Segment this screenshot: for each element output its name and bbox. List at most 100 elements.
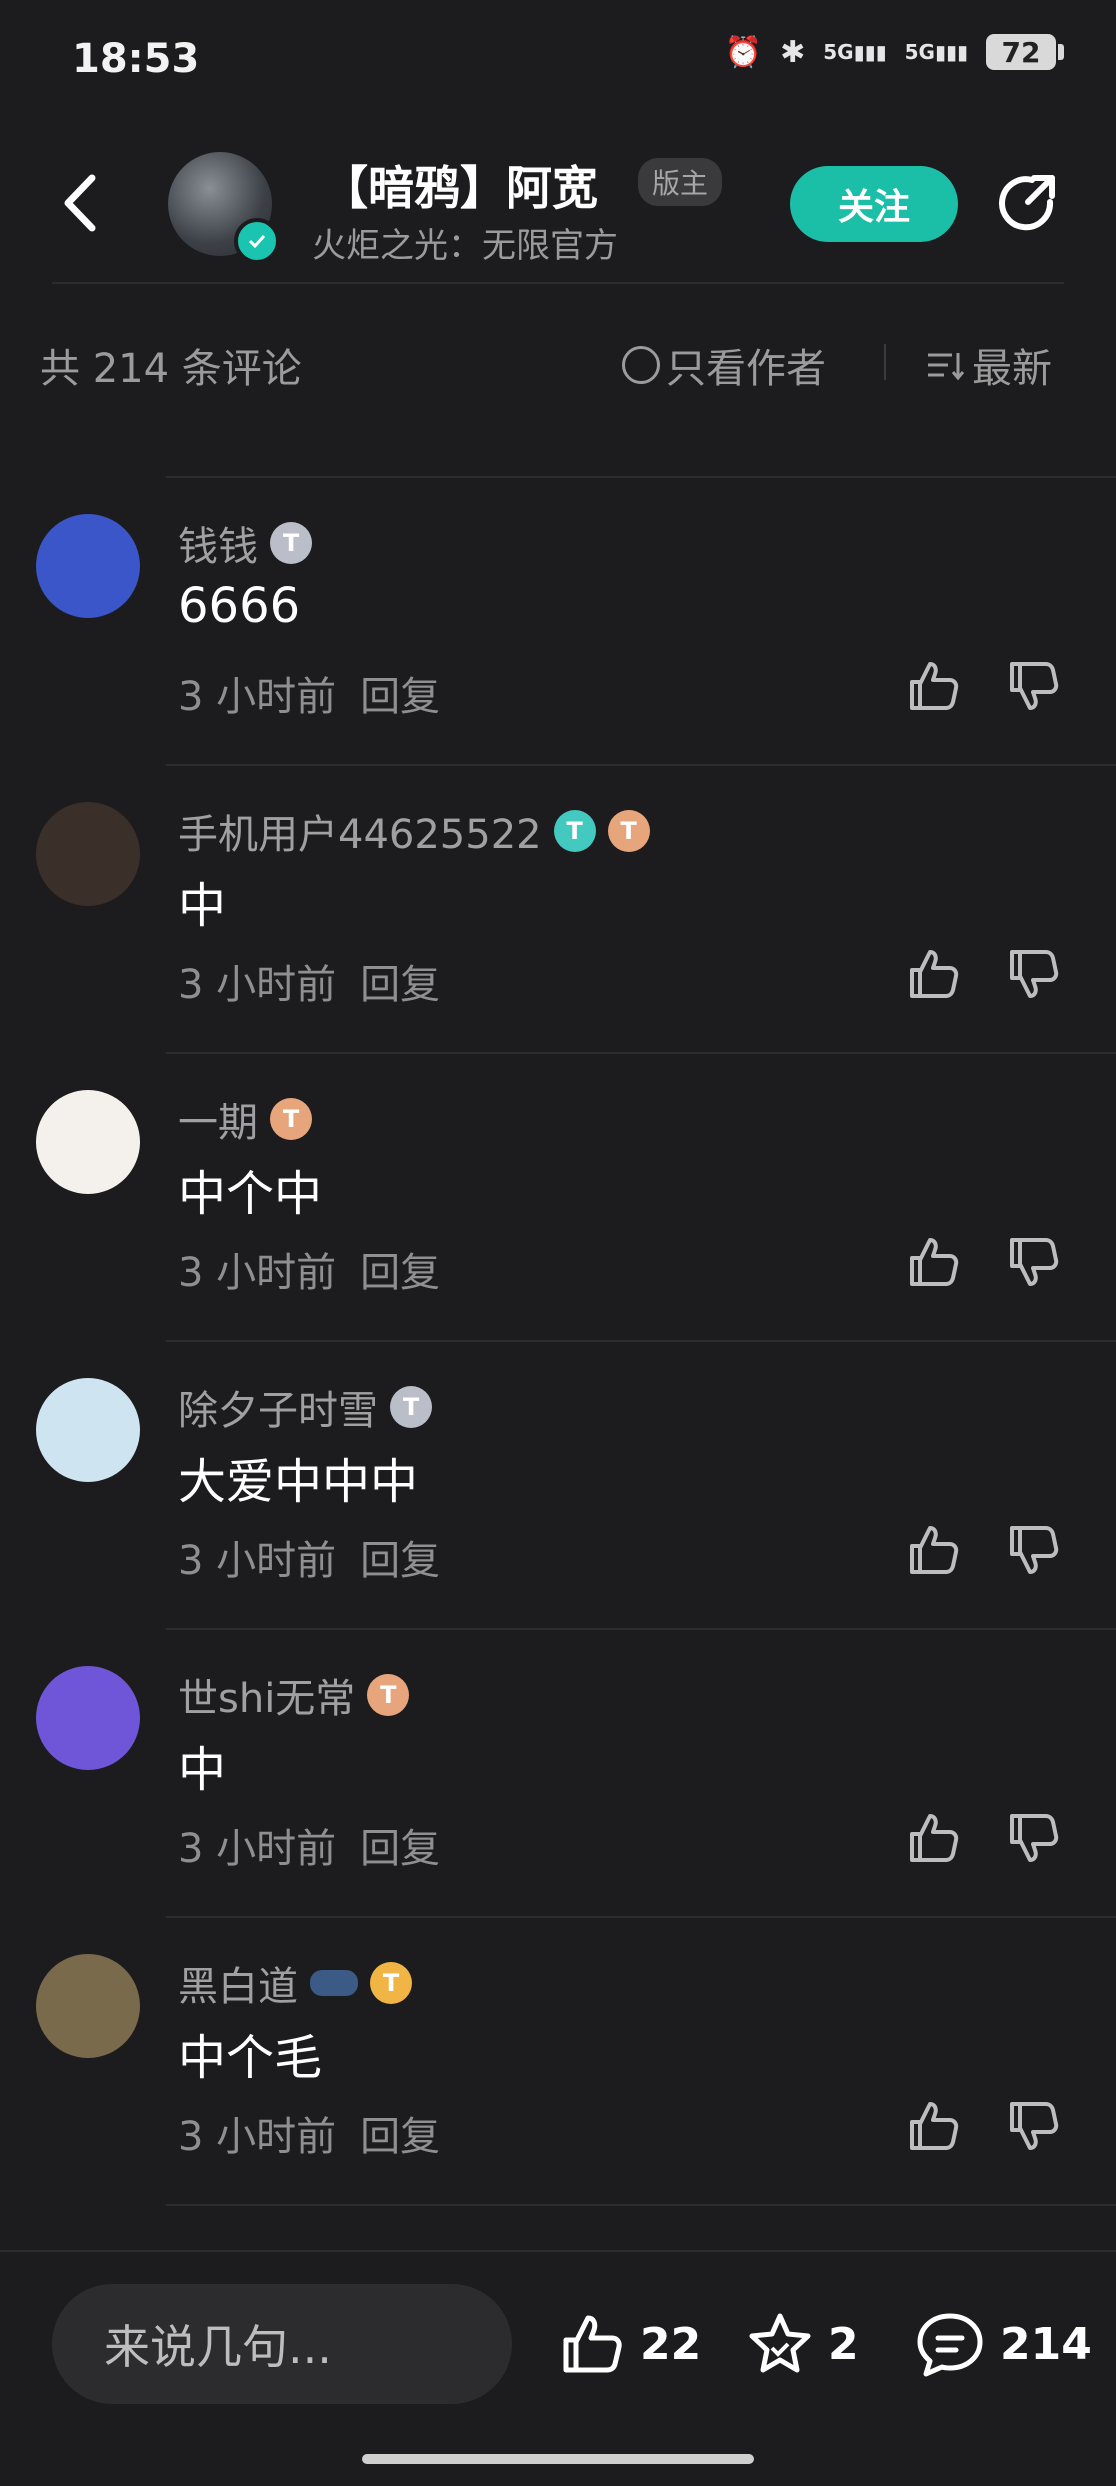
username: 钱钱 bbox=[178, 524, 258, 570]
author-only-toggle[interactable]: 只看作者 bbox=[622, 336, 826, 394]
comment-meta: 3 小时前 回复 bbox=[178, 1528, 440, 1586]
comment-item[interactable]: 黑白道 T 中个毛 3 小时前 回复 bbox=[0, 1918, 1116, 2206]
reply-button[interactable]: 回复 bbox=[360, 1816, 440, 1874]
reply-button[interactable]: 回复 bbox=[360, 1528, 440, 1586]
comment-count-button[interactable]: 214 bbox=[912, 2308, 1092, 2380]
moderator-badge: 版主 bbox=[638, 158, 723, 206]
avatar[interactable] bbox=[36, 1090, 140, 1194]
bottom-bar: 来说几句... 22 2 214 bbox=[0, 2250, 1116, 2486]
like-count-button[interactable]: 22 bbox=[556, 2308, 701, 2380]
avatar[interactable] bbox=[36, 1378, 140, 1482]
radio-icon bbox=[622, 346, 660, 384]
header-divider bbox=[52, 282, 1064, 284]
author-only-label: 只看作者 bbox=[666, 346, 826, 392]
level-badge-icon: T bbox=[607, 810, 650, 852]
level-badge-icon: T bbox=[390, 1386, 432, 1428]
comment-meta: 3 小时前 回复 bbox=[178, 2104, 440, 2162]
reply-button[interactable]: 回复 bbox=[360, 952, 440, 1010]
dislike-icon[interactable] bbox=[1004, 944, 1064, 1004]
back-icon[interactable] bbox=[56, 168, 112, 238]
comment-text: 中个毛 bbox=[178, 2030, 323, 2086]
reply-button[interactable]: 回复 bbox=[360, 1240, 440, 1298]
share-icon[interactable] bbox=[992, 168, 1064, 240]
follow-button[interactable]: 关注 bbox=[790, 166, 958, 242]
reply-button[interactable]: 回复 bbox=[360, 2104, 440, 2162]
comment-meta: 3 小时前 回复 bbox=[178, 1240, 440, 1298]
comment-item[interactable]: 世shi无常 T 中 3 小时前 回复 bbox=[0, 1630, 1116, 1918]
comment-text: 中个中 bbox=[178, 1166, 323, 1222]
dislike-icon[interactable] bbox=[1004, 1232, 1064, 1292]
dislike-icon[interactable] bbox=[1004, 656, 1064, 716]
username: 手机用户44625522 bbox=[178, 812, 542, 858]
sort-label: 最新 bbox=[972, 346, 1052, 392]
timestamp: 3 小时前 bbox=[178, 962, 337, 1008]
like-icon[interactable] bbox=[904, 944, 964, 1004]
timestamp: 3 小时前 bbox=[178, 674, 337, 720]
username: 世shi无常 bbox=[178, 1676, 356, 1722]
comment-divider bbox=[166, 2204, 1116, 2206]
alarm-icon: ⏰ bbox=[724, 34, 763, 70]
comment-user[interactable]: 钱钱 T bbox=[178, 514, 312, 572]
comment-count: 共 214 条评论 bbox=[40, 346, 302, 392]
like-icon[interactable] bbox=[904, 1808, 964, 1868]
comment-user[interactable]: 世shi无常 T bbox=[178, 1666, 410, 1724]
like-icon[interactable] bbox=[904, 1232, 964, 1292]
like-icon[interactable] bbox=[904, 2096, 964, 2156]
home-indicator[interactable] bbox=[362, 2454, 754, 2464]
level-badge-icon: T bbox=[367, 1674, 410, 1716]
level-badge-icon: T bbox=[370, 1962, 412, 2004]
timestamp: 3 小时前 bbox=[178, 2114, 337, 2160]
favorite-count-button[interactable]: 2 bbox=[744, 2308, 859, 2380]
username: 黑白道 bbox=[178, 1964, 298, 2010]
bluetooth-icon: ✱ bbox=[780, 34, 806, 70]
battery-icon: 72 bbox=[986, 34, 1064, 70]
reply-button[interactable]: 回复 bbox=[360, 664, 440, 722]
level-badge-icon: T bbox=[270, 1098, 312, 1140]
comment-meta: 3 小时前 回复 bbox=[178, 664, 440, 722]
avatar[interactable] bbox=[36, 514, 140, 618]
comment-icon bbox=[917, 2313, 983, 2377]
signal-icon: 5G▮▮▮ bbox=[823, 40, 887, 64]
dislike-icon[interactable] bbox=[1004, 1520, 1064, 1580]
comment-user[interactable]: 手机用户44625522 T T bbox=[178, 802, 650, 860]
dislike-icon[interactable] bbox=[1004, 2096, 1064, 2156]
comment-user[interactable]: 黑白道 T bbox=[178, 1954, 412, 2012]
avatar[interactable] bbox=[36, 802, 140, 906]
favorite-count: 2 bbox=[828, 2318, 859, 2370]
comment-meta: 3 小时前 回复 bbox=[178, 1816, 440, 1874]
comment-user[interactable]: 一期 T bbox=[178, 1090, 312, 1148]
author-subtitle: 火炬之光：无限官方 bbox=[312, 226, 618, 266]
status-bar: 18:53 ⏰ ✱ 5G▮▮▮ 5G▮▮▮ 72 bbox=[0, 0, 1116, 130]
comment-text: 大爱中中中 bbox=[178, 1454, 419, 1510]
comment-item[interactable]: 除夕子时雪 T 大爱中中中 3 小时前 回复 bbox=[0, 1342, 1116, 1630]
verify-icon bbox=[234, 218, 280, 264]
comment-user[interactable]: 除夕子时雪 T bbox=[178, 1378, 432, 1436]
username: 一期 bbox=[178, 1100, 258, 1146]
comment-item[interactable]: 手机用户44625522 T T 中 3 小时前 回复 bbox=[0, 766, 1116, 1054]
comment-item[interactable]: 钱钱 T 6666 3 小时前 回复 bbox=[0, 478, 1116, 766]
status-time: 18:53 bbox=[72, 36, 200, 82]
signal-icon-2: 5G▮▮▮ bbox=[904, 40, 968, 64]
comment-text: 中 bbox=[178, 1742, 227, 1798]
sort-button[interactable]: 最新 bbox=[924, 336, 1052, 394]
author-name[interactable]: 【暗鸦】阿宽 bbox=[322, 152, 598, 218]
comment-text: 中 bbox=[178, 878, 227, 934]
comment-meta: 3 小时前 回复 bbox=[178, 952, 440, 1010]
dislike-icon[interactable] bbox=[1004, 1808, 1064, 1868]
like-icon bbox=[563, 2315, 622, 2373]
divider bbox=[884, 344, 886, 380]
avatar[interactable] bbox=[36, 1666, 140, 1770]
like-icon[interactable] bbox=[904, 656, 964, 716]
comment-text: 6666 bbox=[178, 578, 301, 634]
comment-item[interactable]: 一期 T 中个中 3 小时前 回复 bbox=[0, 1054, 1116, 1342]
avatar[interactable] bbox=[36, 1954, 140, 2058]
sort-icon bbox=[928, 353, 964, 381]
level-badge-icon bbox=[310, 1970, 358, 1996]
star-icon bbox=[749, 2313, 811, 2373]
status-icons: ⏰ ✱ 5G▮▮▮ 5G▮▮▮ 72 bbox=[724, 34, 1064, 70]
username: 除夕子时雪 bbox=[178, 1388, 378, 1434]
like-icon[interactable] bbox=[904, 1520, 964, 1580]
timestamp: 3 小时前 bbox=[178, 1826, 337, 1872]
comment-input[interactable]: 来说几句... bbox=[52, 2284, 512, 2404]
level-badge-icon: T bbox=[270, 522, 312, 564]
